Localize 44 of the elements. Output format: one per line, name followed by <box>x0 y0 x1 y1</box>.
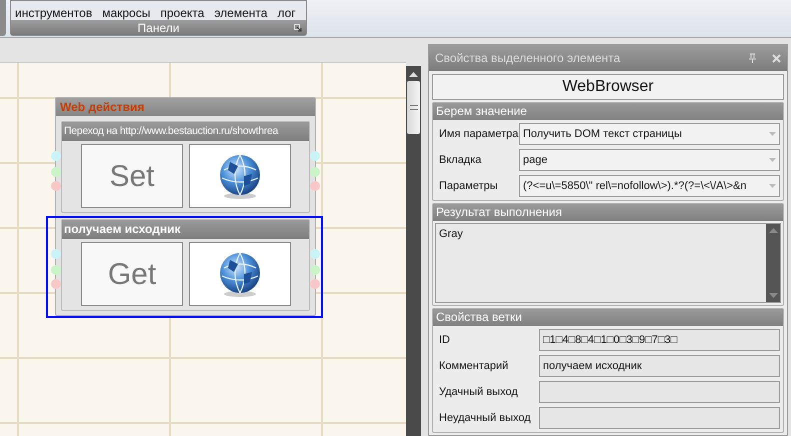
close-icon[interactable] <box>772 54 781 62</box>
scroll-down-icon[interactable] <box>768 293 778 298</box>
section-header: Свойства ветки <box>433 309 783 326</box>
field-label: Имя параметра <box>438 126 519 142</box>
group-title: Web действия <box>56 98 315 116</box>
result-text-area[interactable]: Gray <box>435 223 781 303</box>
caret-icon <box>769 158 776 162</box>
section-header: Берем значение <box>433 103 783 120</box>
field-label: Комментарий <box>438 358 510 374</box>
field-label: Параметры <box>438 178 499 194</box>
ribbon-button[interactable]: проекта <box>159 6 206 20</box>
dialog-launcher-icon[interactable] <box>294 24 302 32</box>
scroll-thumb[interactable] <box>407 81 420 134</box>
ribbon-button[interactable]: лог <box>276 6 297 20</box>
dropdown[interactable]: (?<=u\=5850\" rel\=nofollow\>).*?(?=\<\/A\>&n <box>519 175 780 197</box>
action-label: Set <box>81 144 183 208</box>
text-field[interactable] <box>539 407 780 429</box>
caret-icon <box>769 184 776 188</box>
text-field[interactable]: получаем исходник <box>539 355 780 377</box>
action-block[interactable]: Переход на http://www.bestauction.ru/showthrea Set <box>61 121 310 213</box>
scroll-up-icon[interactable] <box>408 70 419 78</box>
action-block[interactable]: получаем исходник Get <box>61 219 310 311</box>
scrollbar[interactable] <box>766 224 780 302</box>
text-field[interactable] <box>539 381 780 403</box>
field-label: ID <box>438 332 451 348</box>
ribbon-button[interactable]: элемента <box>213 6 268 20</box>
scrollbar[interactable] <box>406 66 421 436</box>
field-label: Удачный выход <box>438 384 519 400</box>
caret-icon <box>769 132 776 136</box>
element-name: WebBrowser <box>562 77 654 97</box>
group-label: Панели <box>138 22 180 34</box>
action-label: Get <box>81 242 183 306</box>
section-header: Результат выполнения <box>433 204 783 221</box>
field-label: Вкладка <box>438 152 482 168</box>
ribbon-button[interactable]: макросы <box>101 6 152 20</box>
dropdown[interactable]: Получить DOM текст страницы <box>519 123 780 145</box>
field-label: Неудачный выход <box>438 410 532 426</box>
panel-title: Свойства выделенного элемента <box>435 50 622 67</box>
action-title: получаем исходник <box>62 220 309 239</box>
text-field[interactable]: □1□4□8□4□1□0□3□9□7□3□ <box>539 329 780 351</box>
ribbon-button[interactable]: инструментов <box>14 6 94 20</box>
pin-icon[interactable] <box>749 53 756 63</box>
dropdown[interactable]: page <box>519 149 780 171</box>
action-title: Переход на http://www.bestauction.ru/showthrea <box>62 122 309 141</box>
